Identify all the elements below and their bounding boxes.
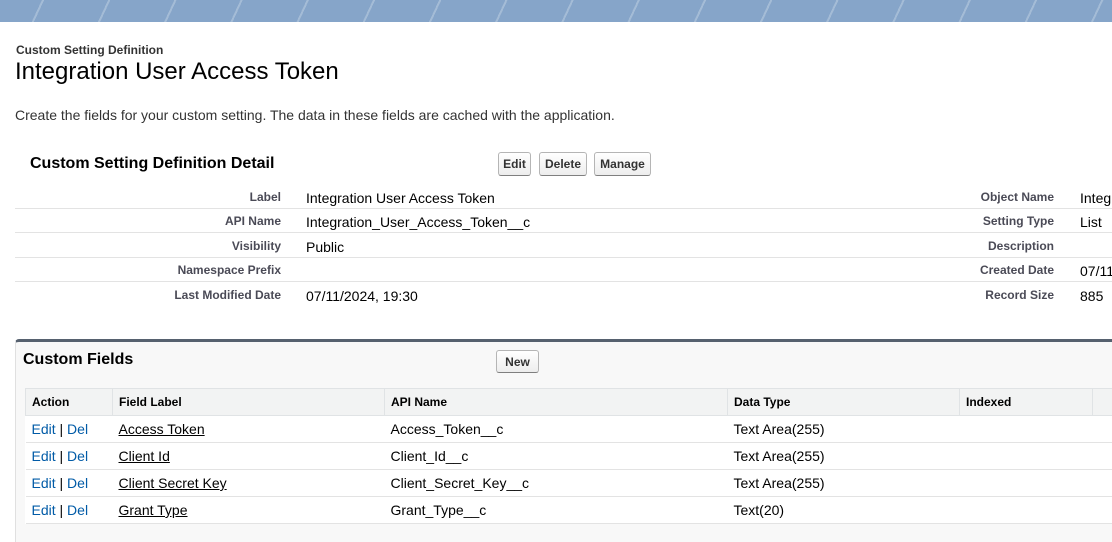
data-type-cell: Text(20) [728,497,960,524]
detail-label: Object Name [915,190,1054,204]
action-separator: | [60,502,64,518]
column-header-field-label[interactable]: Field Label [113,389,385,416]
manage-button[interactable]: Manage [594,152,651,176]
table-row: Edit | Del Client Id Client_Id__c Text A… [26,443,1112,470]
detail-row: Namespace Prefix Created Date 07/11 [15,258,1112,282]
data-type-cell: Text Area(255) [728,443,960,470]
action-separator: | [60,448,64,464]
detail-value: 07/11/2024, 19:30 [306,288,418,304]
detail-row: Last Modified Date 07/11/2024, 19:30 Rec… [15,283,1112,307]
column-header-data-type[interactable]: Data Type [728,389,960,416]
data-type-cell: Text Area(255) [728,416,960,443]
delete-link[interactable]: Del [67,448,88,464]
page-title: Integration User Access Token [15,58,339,86]
data-type-cell: Text Area(255) [728,470,960,497]
breadcrumb: Custom Setting Definition [16,43,163,57]
detail-row: Label Integration User Access Token Obje… [15,185,1112,209]
detail-value: Public [306,239,344,255]
page-content: Custom Setting Definition Integration Us… [0,22,1112,520]
detail-value: 07/11 [1080,263,1112,279]
table-header-row: Action Field Label API Name Data Type In… [26,389,1112,416]
detail-label: Label [250,190,281,204]
header-banner [0,0,1112,22]
delete-link[interactable]: Del [67,502,88,518]
action-separator: | [60,475,64,491]
edit-button[interactable]: Edit [498,152,531,176]
edit-link[interactable]: Edit [32,421,56,437]
column-header-action[interactable]: Action [26,389,113,416]
table-row: Edit | Del Grant Type Grant_Type__c Text… [26,497,1112,524]
api-name-cell: Client_Secret_Key__c [385,470,728,497]
row-actions: Edit | Del [26,416,113,443]
detail-label: Created Date [915,263,1054,277]
custom-fields-section: Custom Fields New Action Field Label API… [15,339,1112,542]
custom-fields-table: Action Field Label API Name Data Type In… [25,388,1112,524]
table-row: Edit | Del Access Token Access_Token__c … [26,416,1112,443]
delete-button[interactable]: Delete [539,152,587,176]
indexed-cell [960,470,1093,497]
detail-value: Integ [1080,190,1111,206]
detail-label: Description [915,239,1054,253]
detail-value: 885 [1080,288,1103,304]
detail-value: Integration_User_Access_Token__c [306,214,530,230]
api-name-cell: Client_Id__c [385,443,728,470]
field-label-link[interactable]: Grant Type [119,502,188,518]
api-name-cell: Grant_Type__c [385,497,728,524]
row-actions: Edit | Del [26,497,113,524]
delete-link[interactable]: Del [67,475,88,491]
edit-link[interactable]: Edit [32,448,56,464]
row-actions: Edit | Del [26,470,113,497]
detail-value: Integration User Access Token [306,190,495,206]
detail-row: Visibility Public Description [15,234,1112,258]
detail-label: Visibility [232,239,281,253]
detail-value: List [1080,214,1102,230]
column-header-api-name[interactable]: API Name [385,389,728,416]
edit-link[interactable]: Edit [32,502,56,518]
indexed-cell [960,443,1093,470]
detail-section-title: Custom Setting Definition Detail [30,155,274,173]
column-header-indexed[interactable]: Indexed [960,389,1093,416]
edit-link[interactable]: Edit [32,475,56,491]
action-separator: | [60,421,64,437]
indexed-cell [960,416,1093,443]
indexed-cell [960,497,1093,524]
field-label-link[interactable]: Client Secret Key [119,475,227,491]
field-label-link[interactable]: Client Id [119,448,170,464]
row-actions: Edit | Del [26,443,113,470]
detail-label: Namespace Prefix [178,263,281,277]
detail-label: Setting Type [915,214,1054,228]
detail-label: Last Modified Date [174,288,281,302]
api-name-cell: Access_Token__c [385,416,728,443]
new-field-button[interactable]: New [496,350,539,373]
detail-row: API Name Integration_User_Access_Token__… [15,209,1112,233]
delete-link[interactable]: Del [67,421,88,437]
table-row: Edit | Del Client Secret Key Client_Secr… [26,470,1112,497]
column-header-spacer [1093,389,1112,416]
custom-fields-title: Custom Fields [23,351,133,369]
page-description: Create the fields for your custom settin… [15,107,615,123]
field-label-link[interactable]: Access Token [119,421,205,437]
detail-label: Record Size [915,288,1054,302]
detail-label: API Name [225,214,281,228]
